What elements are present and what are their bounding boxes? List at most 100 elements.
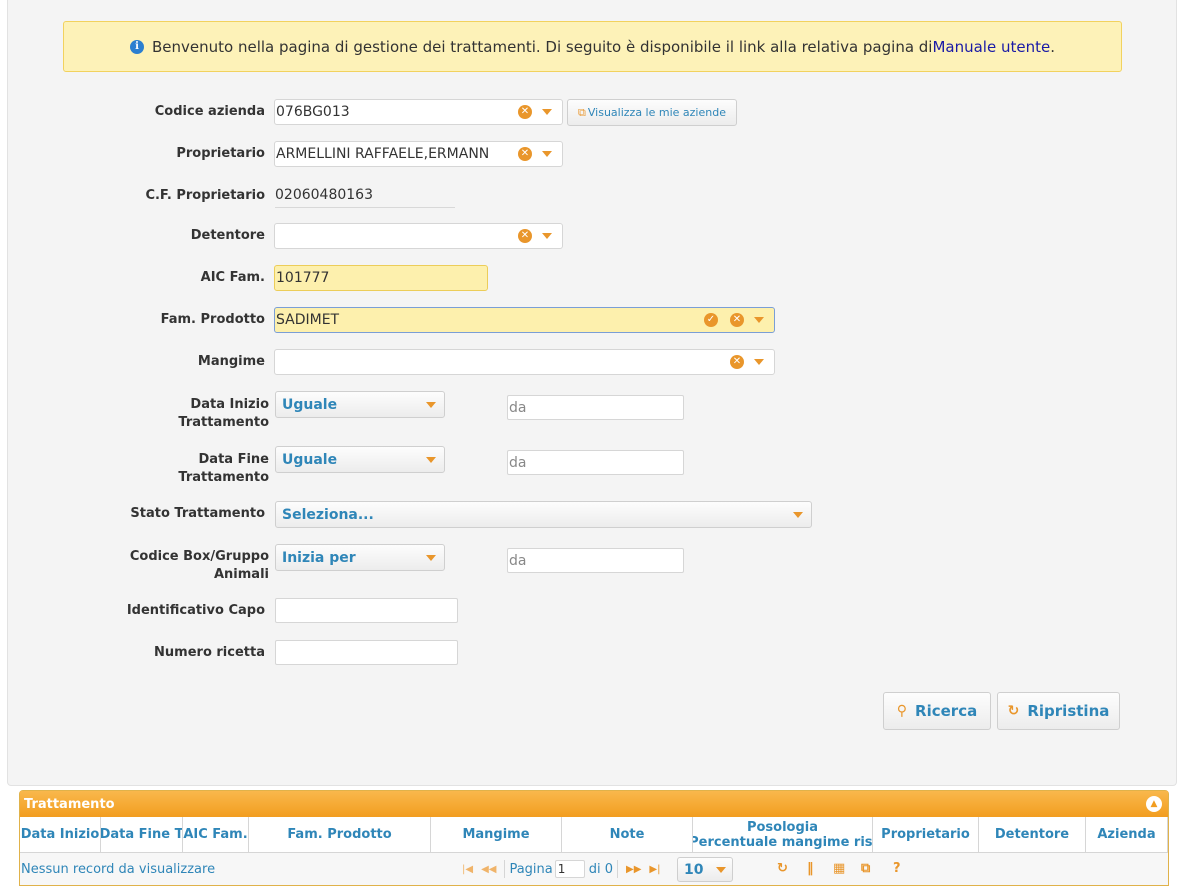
clear-icon[interactable]: ✕ [518, 105, 532, 119]
ripristina-label: Ripristina [1027, 702, 1110, 720]
data-fine-da-input[interactable]: da [507, 450, 684, 475]
ripristina-button[interactable]: ↻ Ripristina [997, 692, 1120, 730]
empty-records-text: Nessun record da visualizzare [21, 861, 216, 877]
pager-divider [504, 860, 506, 878]
aic-fam-label: AIC Fam. [200, 270, 265, 285]
col-posologia-line2: (Percentuale mangime risp [693, 834, 873, 850]
grid-footer: Nessun record da visualizzare |◀ ◀◀ Pagi… [20, 853, 1168, 885]
data-fine-label-line1: Data Fine [198, 452, 269, 467]
help-icon[interactable]: ? [893, 861, 901, 876]
col-data-fine[interactable]: Data Fine T [101, 817, 183, 852]
grid-title: Trattamento [24, 796, 115, 812]
codice-box-operator-select[interactable]: Inizia per [275, 544, 445, 571]
mangime-combo[interactable]: ✕ [274, 349, 775, 375]
info-text: Benvenuto nella pagina di gestione dei t… [152, 37, 933, 56]
chevron-down-icon [716, 866, 726, 873]
chevron-down-icon [793, 511, 803, 518]
chevron-down-icon[interactable] [754, 317, 764, 323]
proprietario-combo[interactable]: ARMELLINI RAFFAELE,ERMANN ✕ [274, 141, 563, 167]
prev-page-icon[interactable]: ◀◀ [481, 864, 496, 875]
chevron-down-icon[interactable] [542, 233, 552, 239]
stato-trattamento-select[interactable]: Seleziona... [275, 501, 812, 528]
numero-ricetta-label: Numero ricetta [154, 645, 265, 660]
aic-fam-value: 101777 [276, 270, 330, 286]
fam-prodotto-combo[interactable]: SADIMET ✓ ✕ [274, 307, 775, 333]
cf-proprietario-value: 02060480163 [275, 187, 455, 208]
columns-icon[interactable]: ‖ [807, 861, 814, 876]
chevron-down-icon[interactable] [542, 109, 552, 115]
clear-icon[interactable]: ✕ [518, 147, 532, 161]
page-number-input[interactable]: 1 [554, 860, 585, 878]
page-of-label: di 0 [588, 861, 614, 877]
col-mangime[interactable]: Mangime [431, 817, 562, 852]
codice-box-label: Codice Box/Gruppo Animali [100, 548, 269, 584]
codice-box-label-line1: Codice Box/Gruppo [129, 549, 269, 564]
col-note[interactable]: Note [562, 817, 693, 852]
manual-link[interactable]: Manuale utente [932, 38, 1050, 56]
codice-box-da-input[interactable]: da [507, 548, 684, 573]
cf-proprietario-label: C.F. Proprietario [145, 188, 265, 203]
chevron-down-icon [426, 554, 436, 561]
data-inizio-operator-select[interactable]: Uguale [275, 391, 445, 418]
visualizza-aziende-label: Visualizza le mie aziende [587, 106, 726, 119]
next-page-icon[interactable]: ▶▶ [626, 864, 641, 875]
codice-box-operator-value: Inizia per [282, 549, 356, 566]
grid-header: Data Inizio Data Fine T AIC Fam. Fam. Pr… [20, 817, 1168, 853]
detentore-combo[interactable]: ✕ [274, 223, 563, 249]
data-inizio-label: Data Inizio Trattamento [120, 396, 269, 432]
rows-per-page-value: 10 [684, 861, 704, 878]
popup-window-icon[interactable]: ⧉ [861, 861, 870, 876]
ricerca-button[interactable]: ⚲ Ricerca [883, 692, 991, 730]
numero-ricetta-input[interactable] [275, 640, 458, 665]
reset-icon: ↻ [1007, 703, 1020, 719]
visualizza-aziende-button[interactable]: ⧉ Visualizza le mie aziende [567, 99, 737, 126]
trattamento-grid: Trattamento ▲ Data Inizio Data Fine T AI… [19, 790, 1169, 886]
col-fam-prodotto[interactable]: Fam. Prodotto [249, 817, 431, 852]
col-proprietario[interactable]: Proprietario [873, 817, 979, 852]
collapse-icon[interactable]: ▲ [1146, 796, 1162, 812]
col-detentore[interactable]: Detentore [979, 817, 1086, 852]
export-table-icon[interactable]: ▦ [833, 861, 845, 876]
data-fine-label-line2: Trattamento [178, 470, 269, 485]
ricerca-label: Ricerca [915, 702, 978, 720]
codice-azienda-label: Codice azienda [154, 104, 265, 119]
last-page-icon[interactable]: ▶| [649, 864, 660, 875]
codice-box-da-placeholder: da [509, 552, 527, 569]
identificativo-capo-label: Identificativo Capo [126, 603, 265, 618]
codice-box-label-line2: Animali [213, 567, 269, 582]
identificativo-capo-input[interactable] [275, 598, 458, 623]
col-aic-fam[interactable]: AIC Fam. [183, 817, 249, 852]
chevron-down-icon[interactable] [754, 359, 764, 365]
chevron-down-icon[interactable] [542, 151, 552, 157]
grid-title-bar: Trattamento ▲ [20, 791, 1168, 817]
check-icon[interactable]: ✓ [704, 313, 718, 327]
col-posologia[interactable]: Posologia (Percentuale mangime risp [693, 817, 873, 852]
fam-prodotto-value: SADIMET [276, 312, 340, 328]
stato-trattamento-value: Seleziona... [282, 506, 374, 523]
proprietario-value: ARMELLINI RAFFAELE,ERMANN [276, 146, 490, 162]
refresh-icon[interactable]: ↻ [777, 861, 788, 876]
rows-per-page-select[interactable]: 10 [677, 857, 733, 882]
data-inizio-da-input[interactable]: da [507, 395, 684, 420]
clear-icon[interactable]: ✕ [730, 355, 744, 369]
col-azienda[interactable]: Azienda [1086, 817, 1168, 852]
pager: |◀ ◀◀ Pagina 1 di 0 ▶▶ ▶| [458, 860, 664, 878]
external-window-icon: ⧉ [578, 105, 586, 119]
clear-icon[interactable]: ✕ [730, 313, 744, 327]
proprietario-label: Proprietario [176, 146, 265, 161]
info-icon: i [130, 39, 144, 54]
aic-fam-input[interactable]: 101777 [274, 265, 488, 291]
detentore-label: Detentore [190, 228, 265, 243]
data-fine-operator-select[interactable]: Uguale [275, 446, 445, 473]
codice-azienda-combo[interactable]: 076BG013 ✕ [274, 99, 563, 125]
data-inizio-operator-value: Uguale [282, 396, 338, 413]
data-inizio-label-line1: Data Inizio [190, 397, 269, 412]
fam-prodotto-label: Fam. Prodotto [160, 312, 265, 327]
first-page-icon[interactable]: |◀ [462, 864, 473, 875]
data-fine-da-placeholder: da [509, 454, 527, 471]
search-icon: ⚲ [896, 703, 908, 719]
col-data-inizio[interactable]: Data Inizio [20, 817, 101, 852]
page-label: Pagina [509, 861, 553, 877]
clear-icon[interactable]: ✕ [518, 229, 532, 243]
codice-azienda-value: 076BG013 [276, 104, 350, 120]
